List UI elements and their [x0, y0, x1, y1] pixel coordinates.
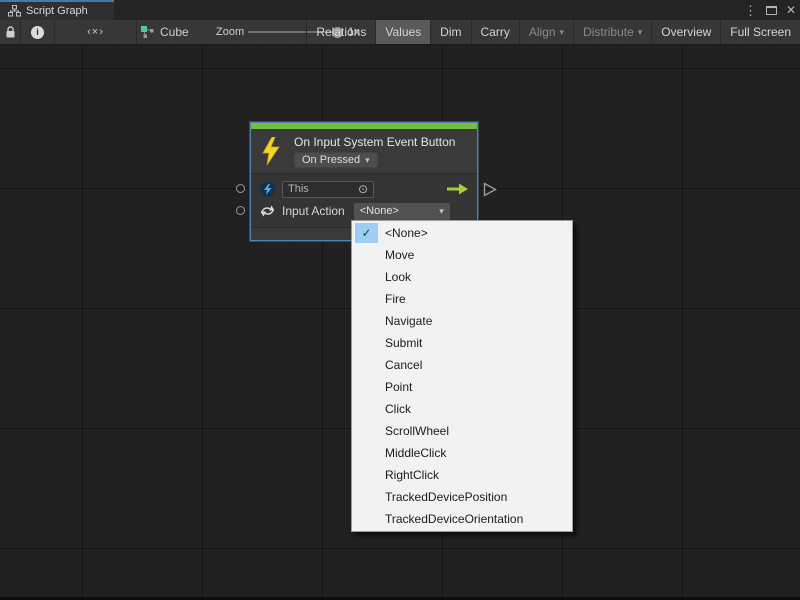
toolbar-left-group: i ‹×› [0, 20, 137, 44]
dim-button[interactable]: Dim [430, 20, 470, 44]
menu-item-cancel[interactable]: Cancel [352, 354, 572, 376]
graph-node-icon [140, 25, 155, 39]
values-button[interactable]: Values [375, 20, 430, 44]
input-action-dropdown[interactable]: <None> ▾ [354, 203, 450, 220]
tab-label: Script Graph [26, 5, 88, 17]
menu-item-rightclick[interactable]: RightClick [352, 464, 572, 486]
menu-item-label: TrackedDevicePosition [385, 490, 507, 504]
this-input-port[interactable] [236, 184, 245, 193]
gameobject-event-icon [260, 182, 275, 197]
lock-icon [5, 26, 16, 39]
event-type-label: On Pressed [302, 154, 360, 166]
maximize-icon[interactable] [766, 6, 777, 15]
lightning-bolt-icon [261, 137, 281, 165]
menu-item-label: Navigate [385, 314, 432, 328]
menu-item-label: Click [385, 402, 411, 416]
menu-item-fire[interactable]: Fire [352, 288, 572, 310]
tab-script-graph[interactable]: Script Graph [0, 0, 114, 20]
toolbar-right-group: Relations Values Dim Carry Align ▾ Distr… [306, 20, 800, 44]
this-port-row: This ⊙ [251, 178, 477, 200]
check-icon: ✓ [355, 223, 378, 243]
input-action-input-port[interactable] [236, 206, 245, 215]
align-button[interactable]: Align ▾ [519, 20, 573, 44]
input-action-port-row: Input Action <None> ▾ [251, 200, 477, 222]
overview-label: Overview [661, 25, 711, 39]
menu-item-label: <None> [385, 226, 428, 240]
input-action-value: <None> [360, 205, 399, 217]
menu-item-trackeddeviceorientation[interactable]: TrackedDeviceOrientation [352, 508, 572, 530]
tab-bar: Script Graph ⋮ ✕ [0, 0, 800, 20]
menu-item-label: MiddleClick [385, 446, 446, 460]
menu-item-navigate[interactable]: Navigate [352, 310, 572, 332]
menu-item-label: Point [385, 380, 412, 394]
node-title: On Input System Event Button [294, 135, 455, 149]
dim-label: Dim [440, 25, 461, 39]
menu-item-label: Submit [385, 336, 422, 350]
relations-label: Relations [316, 25, 366, 39]
menu-item-submit[interactable]: Submit [352, 332, 572, 354]
code-icon: ‹×› [87, 26, 104, 38]
menu-item-middleclick[interactable]: MiddleClick [352, 442, 572, 464]
menu-item-label: Look [385, 270, 411, 284]
menu-item-point[interactable]: Point [352, 376, 572, 398]
this-value: This [288, 183, 309, 195]
target-icon: ⊙ [358, 183, 368, 195]
graph-canvas[interactable]: On Input System Event Button On Pressed … [0, 45, 800, 600]
code-preview-button[interactable]: ‹×› [55, 20, 137, 44]
input-action-icon [260, 204, 275, 218]
menu-item-look[interactable]: Look [352, 266, 572, 288]
window-controls: ⋮ ✕ [744, 0, 796, 20]
menu-item-none[interactable]: ✓ <None> [352, 222, 572, 244]
menu-item-scrollwheel[interactable]: ScrollWheel [352, 420, 572, 442]
relations-button[interactable]: Relations [306, 20, 375, 44]
info-icon: i [31, 26, 44, 39]
more-menu-icon[interactable]: ⋮ [744, 4, 757, 17]
carry-label: Carry [481, 25, 510, 39]
breadcrumb-label: Cube [160, 25, 189, 39]
menu-item-trackeddeviceposition[interactable]: TrackedDevicePosition [352, 486, 572, 508]
menu-item-label: TrackedDeviceOrientation [385, 512, 523, 526]
full-screen-label: Full Screen [730, 25, 791, 39]
caret-down-icon: ▾ [560, 28, 565, 37]
unity-visual-scripting-window: Script Graph ⋮ ✕ i ‹×› [0, 0, 800, 600]
input-action-menu: ✓ <None> Move Look Fire Navigate Submit … [351, 220, 573, 532]
zoom-label: Zoom [216, 20, 244, 44]
values-label: Values [385, 25, 421, 39]
caret-down-icon: ▾ [638, 28, 643, 37]
input-action-label: Input Action [282, 204, 345, 218]
node-header[interactable]: On Input System Event Button On Pressed … [251, 129, 477, 173]
menu-item-click[interactable]: Click [352, 398, 572, 420]
full-screen-button[interactable]: Full Screen [720, 20, 800, 44]
flow-output-port[interactable] [483, 182, 497, 197]
inspect-button[interactable]: i [21, 20, 55, 44]
event-type-dropdown[interactable]: On Pressed ▾ [294, 152, 378, 168]
this-input-field[interactable]: This ⊙ [282, 181, 374, 198]
align-label: Align [529, 25, 556, 39]
distribute-button[interactable]: Distribute ▾ [573, 20, 651, 44]
menu-item-label: Fire [385, 292, 406, 306]
menu-item-label: RightClick [385, 468, 439, 482]
flow-arrow-icon [447, 183, 468, 195]
menu-item-label: Cancel [385, 358, 422, 372]
menu-item-move[interactable]: Move [352, 244, 572, 266]
menu-item-label: ScrollWheel [385, 424, 449, 438]
graph-icon [8, 5, 21, 17]
graph-toolbar: i ‹×› Cube Zoom 1x Relations Values [0, 20, 800, 45]
carry-button[interactable]: Carry [471, 20, 519, 44]
breadcrumb[interactable]: Cube [140, 20, 189, 44]
caret-down-icon: ▾ [439, 207, 444, 216]
overview-button[interactable]: Overview [651, 20, 720, 44]
distribute-label: Distribute [583, 25, 634, 39]
menu-item-label: Move [385, 248, 414, 262]
lock-button[interactable] [0, 20, 21, 44]
close-icon[interactable]: ✕ [786, 4, 796, 16]
caret-down-icon: ▾ [365, 156, 370, 165]
